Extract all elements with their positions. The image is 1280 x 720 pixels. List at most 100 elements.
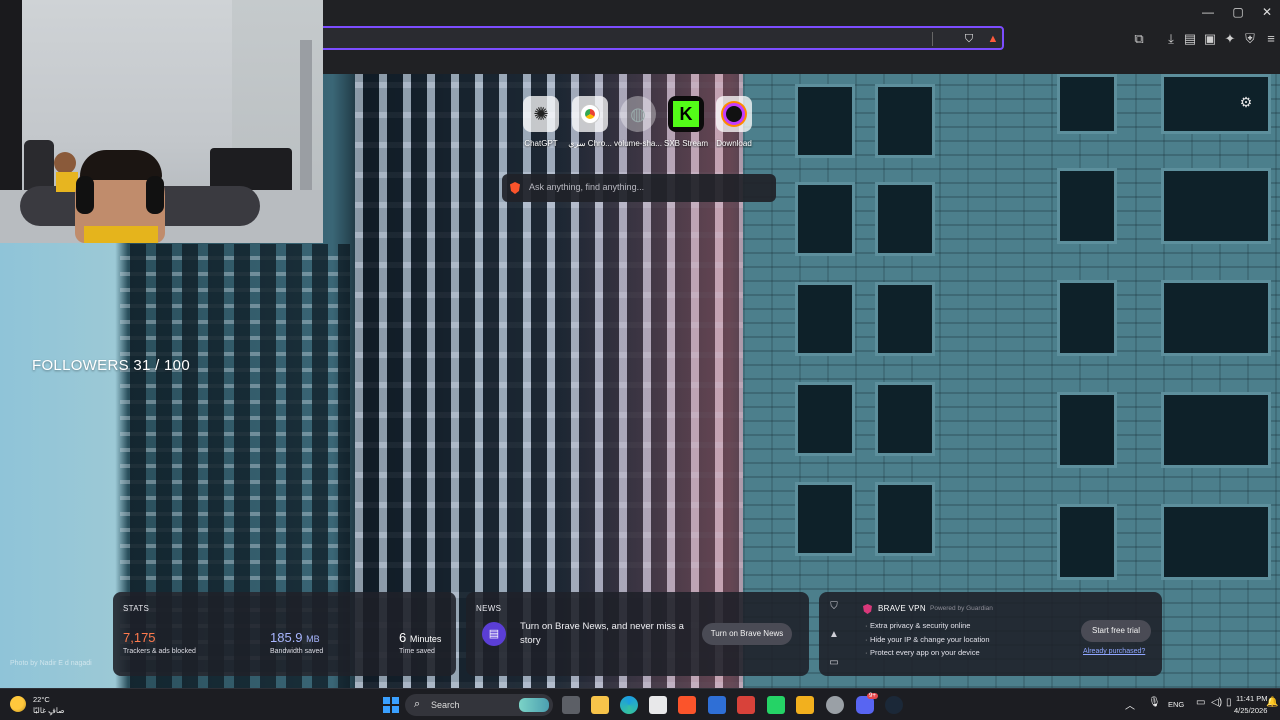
building-window <box>875 382 935 456</box>
building-window <box>1057 168 1117 244</box>
top-site-chrome[interactable] <box>572 96 608 132</box>
time-saved-caption: Time saved <box>399 648 435 655</box>
time-saved-value: 6 Minutes <box>399 630 441 645</box>
top-site-download[interactable] <box>716 96 752 132</box>
leo-ai-icon[interactable]: ✦ <box>1221 30 1239 48</box>
streamer-hair <box>80 150 162 180</box>
building-window <box>1057 280 1117 356</box>
building-window <box>795 182 855 256</box>
weather-icon[interactable] <box>10 696 26 712</box>
building-window <box>875 482 935 556</box>
vpn-icon[interactable]: ⛨ <box>1241 30 1259 48</box>
building-window <box>1161 392 1271 468</box>
building-window <box>1057 392 1117 468</box>
top-site-chatgpt[interactable]: ✺ <box>523 96 559 132</box>
notifications-icon[interactable]: 🔔 <box>1266 697 1278 708</box>
start-windows-icon[interactable] <box>383 697 399 713</box>
top-site-label: ChatGPT <box>524 139 558 148</box>
vpn-title: BRAVE VPN <box>878 604 926 613</box>
brave-taskbar-icon[interactable] <box>678 696 696 714</box>
customize-gear-icon[interactable]: ⚙ <box>1238 94 1254 110</box>
vpn-feature: · Protect every app on your device <box>865 648 980 657</box>
building-window <box>1057 74 1117 134</box>
bandwidth-saved-value: 185.9 MB <box>270 630 320 645</box>
taskbar-search-label: Search <box>431 700 460 710</box>
maximize-button[interactable]: ▢ <box>1223 3 1253 21</box>
building-window <box>875 182 935 256</box>
store-icon[interactable] <box>649 696 667 714</box>
bandwidth-number: 185.9 <box>270 630 303 645</box>
search-placeholder: Ask anything, find anything... <box>529 182 645 192</box>
battery-icon[interactable]: ▯ <box>1226 697 1232 708</box>
kick-icon: K <box>673 101 699 127</box>
omnibox-divider <box>932 32 933 46</box>
app-red-icon[interactable] <box>737 696 755 714</box>
start-free-trial-button[interactable]: Start free trial <box>1081 620 1151 642</box>
clock-time[interactable]: 11:41 PM <box>1236 694 1268 703</box>
building-window <box>1161 168 1271 244</box>
vpn-feature: · Extra privacy & security online <box>865 621 971 630</box>
stats-widget: STATS 7,175 Trackers & ads blocked 185.9… <box>113 592 456 676</box>
top-site-kick[interactable]: K <box>668 96 704 132</box>
address-bar[interactable]: ⛉ ▲ <box>300 26 1004 50</box>
network-icon[interactable]: ▭ <box>1196 697 1205 708</box>
building-window <box>795 282 855 356</box>
bandwidth-saved-caption: Bandwidth saved <box>270 648 324 655</box>
news-promo-text: Turn on Brave News, and never miss a sto… <box>520 621 684 646</box>
vpn-widget: ⛉ ▲ ▭ BRAVE VPN Powered by Guardian · Ext… <box>819 592 1162 676</box>
pen-app-icon[interactable] <box>796 696 814 714</box>
globe-icon: ◍ <box>630 103 646 124</box>
bandwidth-unit: MB <box>306 634 320 644</box>
vpn-tab-rewards-icon[interactable]: ▲ <box>827 628 841 642</box>
trackers-blocked-value: 7,175 <box>123 630 156 645</box>
search-icon: ⌕ <box>414 698 421 710</box>
vpn-feature: · Hide your IP & change your location <box>865 635 990 644</box>
vpn-tab-shield-icon[interactable]: ⛉ <box>827 600 841 614</box>
news-widget: NEWS ▤ Turn on Brave News, and never mis… <box>466 592 809 676</box>
tabs-search-icon[interactable]: ⧉ <box>1130 30 1148 48</box>
file-explorer-icon[interactable] <box>591 696 609 714</box>
settings-icon[interactable] <box>826 696 844 714</box>
vpn-logo-icon <box>863 604 872 614</box>
taskbar-search[interactable]: ⌕ Search <box>405 694 553 716</box>
already-purchased-link[interactable]: Already purchased? <box>1083 648 1145 655</box>
vpn-tab-talk-icon[interactable]: ▭ <box>827 656 841 670</box>
wallet-icon[interactable]: ▣ <box>1201 30 1219 48</box>
language-indicator[interactable]: ENG <box>1168 700 1184 709</box>
download-icon[interactable]: ⤓ <box>1162 30 1180 48</box>
microphone-icon[interactable]: 🎙 <box>1148 697 1161 708</box>
ntp-search-box[interactable]: Ask anything, find anything... <box>502 174 776 202</box>
headphones <box>76 176 94 214</box>
edge-icon[interactable] <box>620 696 638 714</box>
taskbar: 22°C صافٍ غالبًا ⌕ Search 9+ ︿ 🎙 ENG ▭ ◁… <box>0 688 1280 720</box>
volume-icon[interactable]: ◁) <box>1211 697 1222 708</box>
top-site-volume[interactable]: ◍ <box>620 96 656 132</box>
stats-title: STATS <box>123 604 150 613</box>
minimize-button[interactable]: — <box>1193 3 1223 21</box>
steam-icon[interactable] <box>885 696 903 714</box>
weather-description: صافٍ غالبًا <box>33 706 65 715</box>
whatsapp-icon[interactable] <box>767 696 785 714</box>
building-window <box>875 282 935 356</box>
brave-logo-icon <box>510 182 520 194</box>
trackers-blocked-caption: Trackers & ads blocked <box>123 648 196 655</box>
turn-on-news-button[interactable]: Turn on Brave News <box>702 623 792 645</box>
time-unit: Minutes <box>409 634 442 644</box>
vpn-powered-by: Powered by Guardian <box>930 605 993 612</box>
photo-credit[interactable]: Photo by Nadir E d nagadi <box>10 660 92 667</box>
door-frame <box>300 40 312 190</box>
task-view-icon[interactable] <box>562 696 580 714</box>
building-window <box>875 84 935 158</box>
news-icon: ▤ <box>482 622 506 646</box>
mail-icon[interactable] <box>708 696 726 714</box>
clock-date[interactable]: 4/25/2026 <box>1234 706 1267 715</box>
sidebar-icon[interactable]: ▤ <box>1181 30 1199 48</box>
menu-icon[interactable]: ≡ <box>1262 30 1280 48</box>
building-window <box>1057 504 1117 580</box>
brave-rewards-icon[interactable]: ▲ <box>986 32 1000 46</box>
chatgpt-icon: ✺ <box>533 103 549 124</box>
brave-shields-icon[interactable]: ⛉ <box>962 32 976 46</box>
time-number: 6 <box>399 630 407 645</box>
close-window-button[interactable]: ✕ <box>1252 3 1280 21</box>
show-hidden-icons-icon[interactable]: ︿ <box>1125 697 1135 712</box>
